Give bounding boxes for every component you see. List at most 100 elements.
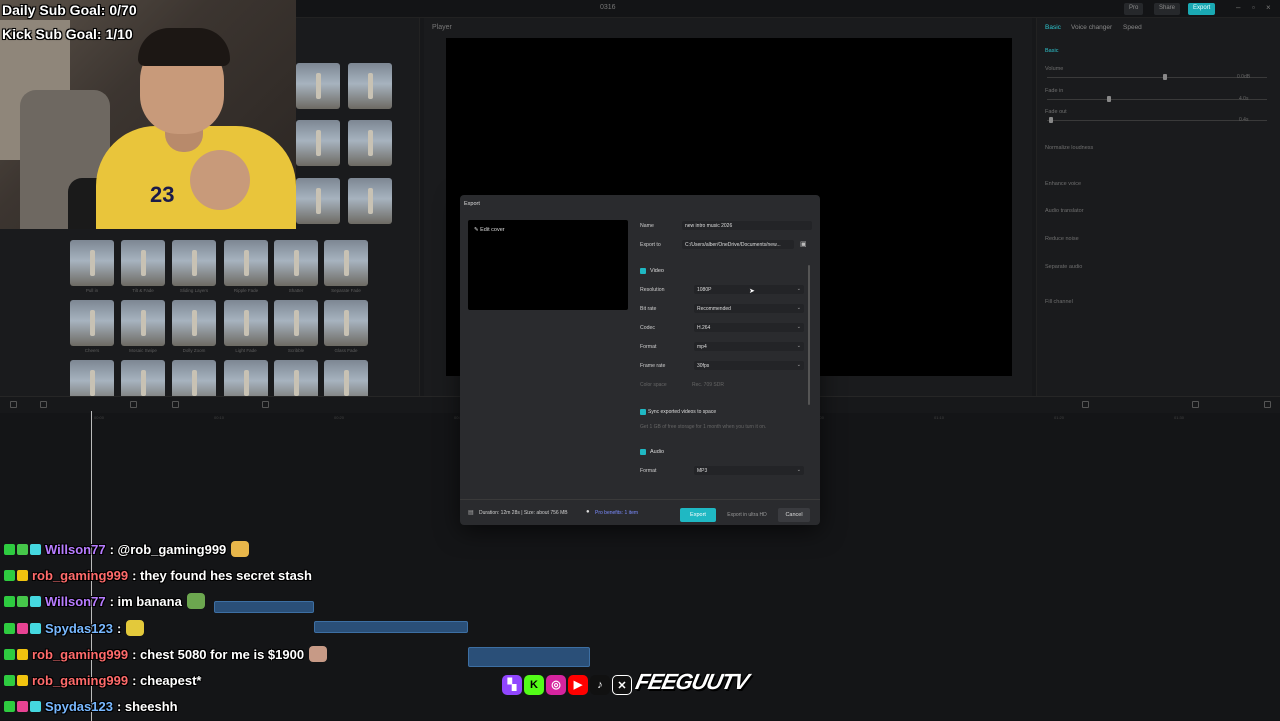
tab-speed[interactable]: Speed [1123,24,1142,31]
daily-sub-goal: Daily Sub Goal: 0/70 [2,2,137,18]
chat-badge-icon [17,569,28,581]
chat-message: rob_gaming999: they found hes secret sta… [4,564,312,586]
effect-thumbnail[interactable] [70,240,114,286]
fade-out-slider[interactable] [1047,117,1267,123]
separate-audio[interactable]: Separate audio [1045,264,1082,270]
fit-icon[interactable] [1264,401,1271,408]
audio-clip[interactable] [214,601,314,613]
fade-in-slider[interactable] [1047,96,1267,102]
effect-thumbnail[interactable] [348,178,392,224]
fill-channel[interactable]: Fill channel [1045,299,1073,305]
split-icon[interactable] [172,401,179,408]
fade-in-value[interactable]: 4.0s [1239,96,1248,102]
timeline-tick-label: 01:30 [1174,415,1185,420]
chat-username: Spydas123 [45,698,113,714]
chat-username: rob_gaming999 [32,672,129,688]
close-icon[interactable]: × [1266,3,1271,12]
tab-voice-changer[interactable]: Voice changer [1071,24,1112,31]
maximize-icon[interactable]: ▫ [1252,3,1255,12]
crop-icon[interactable] [262,401,269,408]
video-section-label[interactable]: Video [650,268,664,274]
share-button[interactable]: Share [1154,3,1181,15]
name-input[interactable]: new intro music 2026 [682,221,812,230]
chat-message: rob_gaming999: chest 5080 for me is $190… [4,643,328,665]
effect-caption: Sliding Layers [179,288,209,293]
volume-value[interactable]: 0.0dB [1237,74,1250,80]
fade-in-label: Fade in [1045,88,1064,94]
effect-thumbnail[interactable] [121,300,165,346]
pro-benefits-link[interactable]: Pro benefits: 1 item [595,510,638,516]
delete-icon[interactable] [130,401,137,408]
effect-thumbnail[interactable] [324,300,368,346]
audio-checkbox[interactable] [640,449,646,455]
sync-checkbox[interactable] [640,409,646,415]
chat-emote-icon [186,593,205,609]
framerate-value: 30fps [697,363,710,369]
mouse-cursor: ➤ [749,288,755,295]
zoom-out-icon[interactable] [1192,401,1199,408]
pro-button[interactable]: Pro [1124,3,1144,15]
dialog-scrollbar[interactable] [808,265,810,405]
effect-thumbnail[interactable] [274,240,318,286]
edit-cover-button[interactable]: ✎ Edit cover [474,227,505,233]
effect-thumbnail[interactable] [296,120,340,166]
effect-thumbnail[interactable] [324,240,368,286]
window-title: 0316 [600,4,616,11]
chat-text: : cheapest* [132,672,202,688]
codec-value: H.264 [697,325,711,331]
bitrate-select[interactable]: Recommended ⌄ [694,304,804,313]
fade-out-value[interactable]: 0.4s [1239,117,1248,123]
enhance-voice[interactable]: Enhance voice [1045,181,1081,187]
audio-clip[interactable] [314,621,468,633]
chat-badge-icon [4,700,15,712]
effect-thumbnail[interactable] [70,300,114,346]
chat-emote-icon [231,541,250,557]
cancel-button[interactable]: Cancel [778,508,810,522]
audio-section-label[interactable]: Audio [650,449,664,455]
effect-thumbnail[interactable] [274,300,318,346]
export-path-input[interactable]: C:/Users/alber/OneDrive/Documents/new... [682,240,794,249]
chevron-down-icon: ⌄ [796,343,801,349]
video-checkbox[interactable] [640,268,646,274]
framerate-select[interactable]: 30fps ⌄ [694,361,804,370]
chat-message: Spydas123: sheeshh [4,695,178,717]
chat-username: Spydas123 [45,620,113,636]
volume-slider[interactable] [1047,74,1267,80]
effect-thumbnail[interactable] [121,240,165,286]
fade-out-label: Fade out [1045,109,1067,115]
minimize-icon[interactable]: – [1236,3,1240,12]
effect-thumbnail[interactable] [224,300,268,346]
link-icon[interactable] [1082,401,1089,408]
top-export-button[interactable]: Export [1188,3,1216,15]
select-tool-icon[interactable] [10,401,17,408]
export-button[interactable]: Export [680,508,716,522]
reduce-noise[interactable]: Reduce noise [1045,236,1079,242]
effect-thumbnail[interactable] [348,63,392,109]
undo-icon[interactable] [40,401,47,408]
hair [138,28,230,66]
audio-format-select[interactable]: MP3 ⌄ [694,466,804,475]
audio-translator[interactable]: Audio translator [1045,208,1084,214]
effect-thumbnail[interactable] [296,178,340,224]
chat-username: rob_gaming999 [32,567,129,583]
kick-icon: K [524,675,544,695]
tab-basic[interactable]: Basic [1045,24,1061,31]
chat-emote-icon [126,620,145,636]
chat-text: : im banana [109,593,182,609]
cover-preview[interactable]: ✎ Edit cover [468,220,628,310]
folder-icon[interactable]: ▣ [800,240,807,248]
effect-thumbnail[interactable] [172,240,216,286]
export-ultra-hd-button[interactable]: Export in ultra HD [722,508,772,522]
format-label: Format [640,344,657,350]
normalize-loudness[interactable]: Normalize loudness [1045,145,1093,151]
chat-badge-icon [4,674,15,686]
codec-select[interactable]: H.264 ⌄ [694,323,804,332]
edit-cover-label: Edit cover [480,227,505,233]
format-select[interactable]: mp4 ⌄ [694,342,804,351]
sync-label[interactable]: Sync exported videos to space [648,409,716,415]
effect-thumbnail[interactable] [172,300,216,346]
effect-thumbnail[interactable] [296,63,340,109]
audio-format-label: Format [640,468,657,474]
effect-thumbnail[interactable] [348,120,392,166]
effect-thumbnail[interactable] [224,240,268,286]
